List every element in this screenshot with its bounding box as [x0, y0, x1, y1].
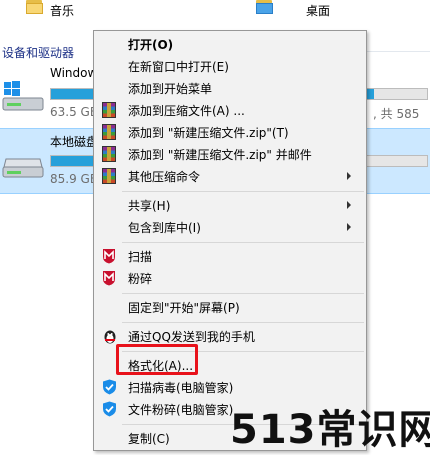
menu-separator [122, 242, 364, 243]
tencent-shield-icon [103, 401, 116, 417]
winrar-icon [102, 124, 116, 140]
menu-item-label: 添加到 "新建压缩文件.zip"(T) [128, 126, 289, 140]
drive-usage-fill [51, 156, 97, 166]
hard-drive-icon [2, 158, 44, 178]
menu-item-pin-start-menu[interactable]: 添加到开始菜单 [94, 77, 366, 99]
windows-drive-icon [2, 81, 44, 111]
menu-item-add-zip[interactable]: 添加到 "新建压缩文件.zip"(T) [94, 121, 366, 143]
menu-item-include-library[interactable]: 包含到库中(I) [94, 216, 366, 238]
music-folder-icon[interactable] [26, 0, 44, 16]
submenu-arrow-icon [347, 223, 351, 231]
winrar-icon [102, 102, 116, 118]
menu-item-scan[interactable]: 扫描 [94, 245, 366, 267]
menu-item-label: 扫描 [128, 250, 153, 264]
menu-item-label: 复制(C) [128, 432, 170, 446]
menu-item-label: 打开(O) [128, 38, 174, 52]
menu-separator [122, 293, 364, 294]
menu-item-label: 添加到压缩文件(A) ... [128, 104, 245, 118]
submenu-arrow-icon [347, 172, 351, 180]
menu-item-add-archive[interactable]: 添加到压缩文件(A) ... [94, 99, 366, 121]
desktop-folder-icon[interactable] [256, 0, 274, 16]
qq-penguin-icon [104, 330, 116, 344]
menu-item-shred[interactable]: 粉碎 [94, 267, 366, 289]
context-menu: 打开(O) 在新窗口中打开(E) 添加到开始菜单 添加到压缩文件(A) ... … [93, 30, 367, 451]
menu-item-label: 在新窗口中打开(E) [128, 60, 229, 74]
menu-item-label: 粉碎 [128, 272, 153, 286]
menu-item-label: 包含到库中(I) [128, 221, 201, 235]
mcafee-icon [103, 249, 115, 264]
menu-item-label: 其他压缩命令 [128, 170, 201, 184]
menu-item-open-new-window[interactable]: 在新窗口中打开(E) [94, 55, 366, 77]
drive-size-text: 85.9 GB [50, 172, 99, 186]
submenu-arrow-icon [347, 201, 351, 209]
menu-item-pin-start-screen[interactable]: 固定到"开始"屏幕(P) [94, 296, 366, 318]
drive-total-text: , 共 585 [373, 107, 420, 121]
winrar-icon [102, 168, 116, 184]
menu-separator [122, 322, 364, 323]
drive-size-text: 63.5 GB [50, 105, 99, 119]
menu-item-open[interactable]: 打开(O) [94, 33, 366, 55]
menu-item-label: 通过QQ发送到我的手机 [128, 330, 255, 344]
devices-section-title[interactable]: 设备和驱动器 [2, 44, 74, 61]
menu-item-label: 添加到 "新建压缩文件.zip" 并邮件 [128, 148, 312, 162]
menu-item-add-zip-email[interactable]: 添加到 "新建压缩文件.zip" 并邮件 [94, 143, 366, 165]
menu-item-label: 文件粉碎(电脑管家) [128, 403, 234, 417]
menu-item-scan-virus[interactable]: 扫描病毒(电脑管家) [94, 376, 366, 398]
menu-item-label: 扫描病毒(电脑管家) [128, 381, 234, 395]
menu-item-other-compress[interactable]: 其他压缩命令 [94, 165, 366, 187]
menu-separator [122, 191, 364, 192]
music-folder-label[interactable]: 音乐 [50, 2, 74, 19]
tencent-shield-icon [103, 379, 116, 395]
menu-item-label: 添加到开始菜单 [128, 82, 213, 96]
winrar-icon [102, 146, 116, 162]
format-highlight-box [116, 344, 198, 375]
desktop-folder-label[interactable]: 桌面 [306, 2, 330, 19]
mcafee-icon [103, 271, 115, 286]
menu-item-label: 固定到"开始"屏幕(P) [128, 301, 240, 315]
menu-item-share[interactable]: 共享(H) [94, 194, 366, 216]
menu-item-label: 共享(H) [128, 199, 171, 213]
watermark-text: 513常识网 [230, 407, 430, 453]
drive-name: 本地磁盘 [50, 135, 99, 149]
